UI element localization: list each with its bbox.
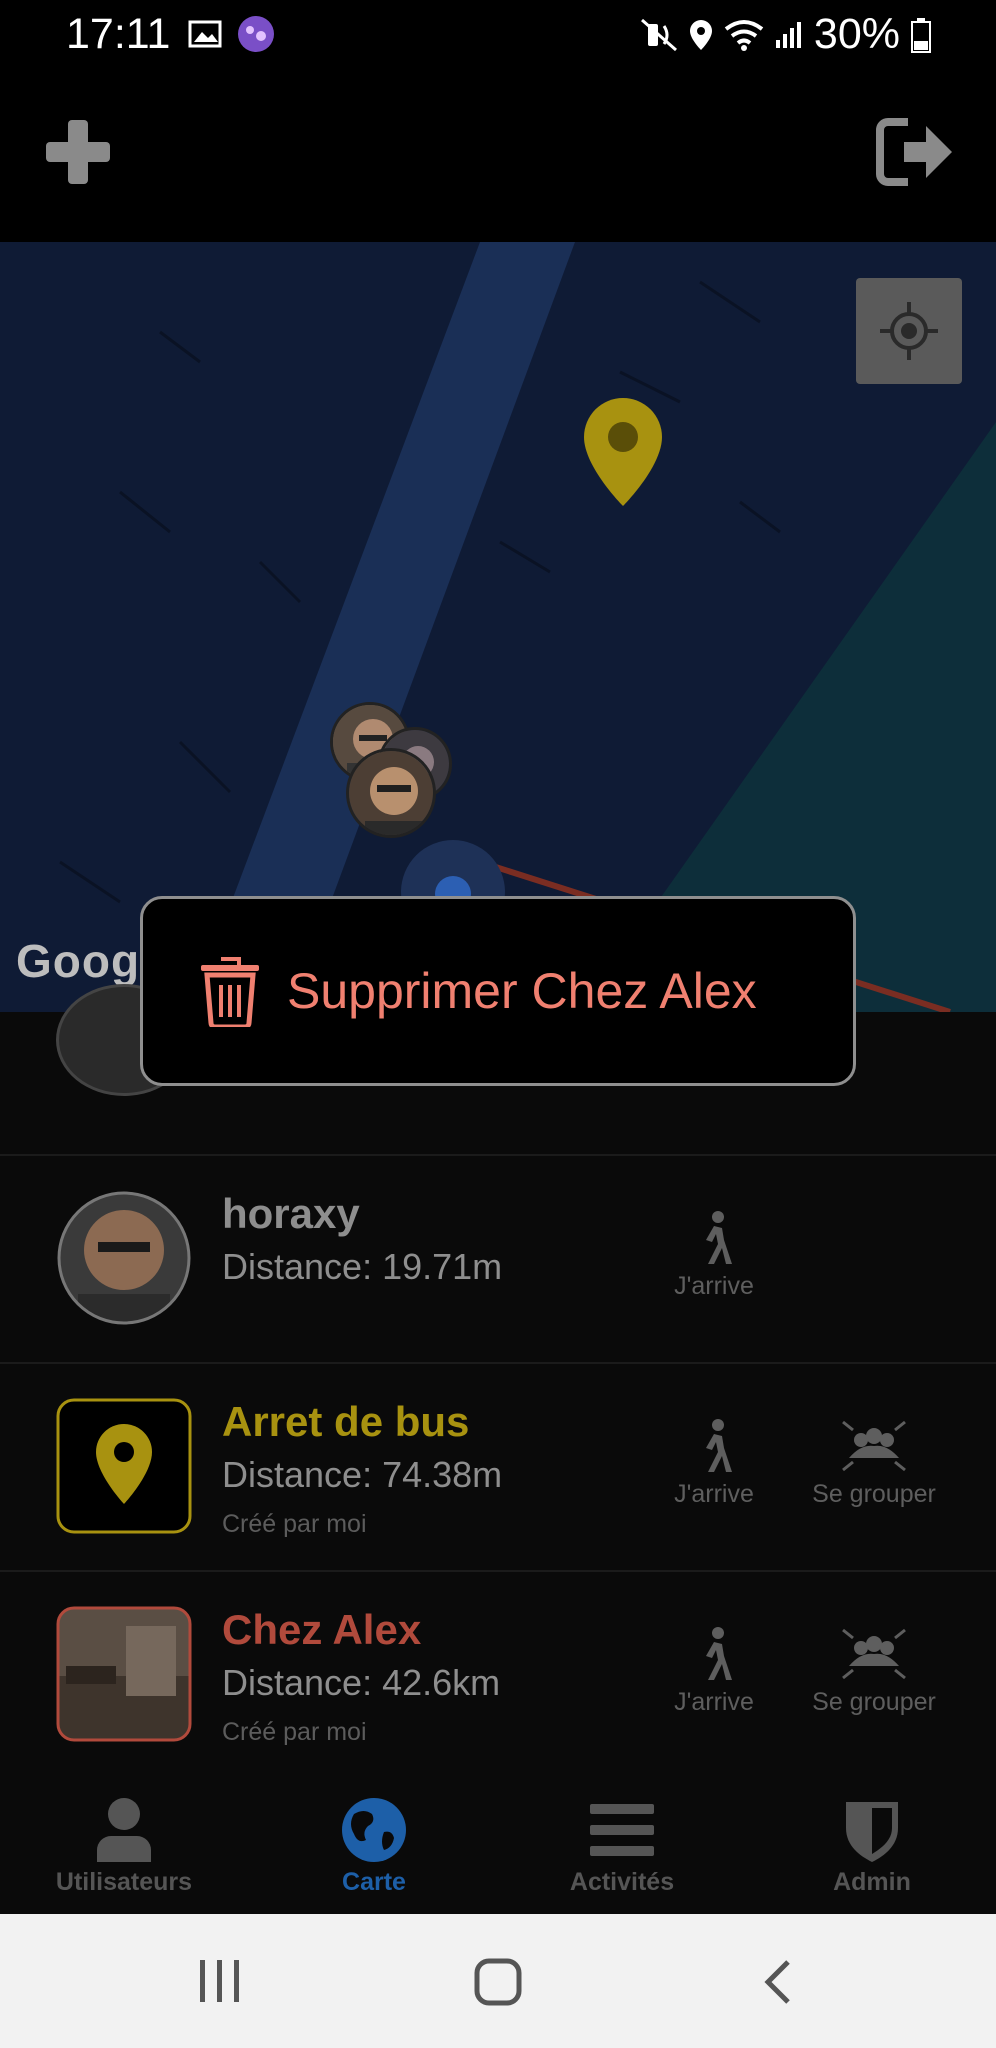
places-list: horaxy Distance: 19.71m J'arrive Arret d…	[0, 984, 996, 1782]
menu-icon	[590, 1804, 654, 1856]
app-notification-icon	[238, 16, 274, 52]
nav-item-activites[interactable]: Activités	[512, 1796, 732, 1897]
action-label: J'arrive	[674, 1272, 754, 1300]
wifi-icon	[724, 19, 764, 51]
action-label: Se grouper	[812, 1688, 936, 1716]
google-attribution: Googl	[16, 935, 154, 987]
user-marker-avatar[interactable]	[346, 748, 436, 838]
location-icon	[689, 19, 712, 50]
delete-context-menu[interactable]: Supprimer Chez Alex	[140, 896, 856, 1086]
mute-icon	[640, 18, 677, 51]
status-time: 17:11	[66, 10, 171, 58]
list-item[interactable]: horaxy Distance: 19.71m J'arrive	[0, 1154, 996, 1360]
delete-place-option[interactable]: Supprimer Chez Alex	[287, 962, 757, 1020]
nav-item-carte[interactable]: Carte	[264, 1796, 484, 1897]
user-icon	[97, 1798, 151, 1862]
trash-icon	[201, 957, 259, 1027]
walking-icon	[706, 1211, 732, 1264]
nav-item-utilisateurs[interactable]: Utilisateurs	[14, 1796, 234, 1897]
item-distance: Distance: 74.38m	[222, 1454, 503, 1495]
back-icon[interactable]	[760, 1958, 794, 2006]
action-label: J'arrive	[674, 1688, 754, 1716]
nav-label: Carte	[342, 1868, 406, 1896]
nav-label: Admin	[833, 1868, 911, 1896]
item-name: Arret de bus	[222, 1398, 470, 1445]
item-name: Chez Alex	[222, 1606, 422, 1653]
walking-icon	[706, 1419, 732, 1472]
group-button[interactable]: Se grouper	[794, 1626, 954, 1717]
home-icon[interactable]	[474, 1958, 522, 2006]
walking-icon	[706, 1627, 732, 1680]
system-navigation-bar	[0, 1914, 996, 2048]
action-label: Se grouper	[812, 1480, 936, 1508]
arrive-button[interactable]: J'arrive	[634, 1418, 794, 1509]
place-thumbnail	[56, 1398, 192, 1534]
recent-apps-icon[interactable]	[196, 1958, 244, 2004]
item-name: horaxy	[222, 1190, 360, 1237]
action-label: J'arrive	[674, 1480, 754, 1508]
group-button[interactable]: Se grouper	[794, 1418, 954, 1509]
my-location-icon	[880, 302, 938, 360]
bottom-navigation: Utilisateurs Carte Activités Admin	[0, 1782, 996, 1914]
battery-icon	[911, 17, 931, 53]
shield-icon	[846, 1802, 898, 1862]
list-item[interactable]: Chez Alex Distance: 42.6km Créé par moi …	[0, 1570, 996, 1776]
group-icon	[842, 1628, 906, 1680]
avatar	[57, 1191, 191, 1325]
gallery-icon	[188, 20, 222, 48]
place-thumbnail	[56, 1606, 192, 1742]
item-distance: Distance: 19.71m	[222, 1246, 503, 1287]
list-item[interactable]: Arret de bus Distance: 74.38m Créé par m…	[0, 1362, 996, 1568]
signal-icon	[775, 21, 801, 48]
logout-icon[interactable]	[874, 114, 956, 190]
add-icon[interactable]	[40, 114, 116, 190]
battery-percent: 30%	[813, 10, 900, 58]
nav-label: Utilisateurs	[55, 1868, 193, 1896]
top-app-bar	[0, 70, 996, 242]
arrive-button[interactable]: J'arrive	[634, 1626, 794, 1717]
status-bar: 17:11 30%	[0, 0, 996, 70]
item-created-by: Créé par moi	[222, 1510, 367, 1538]
place-marker-icon[interactable]	[582, 396, 664, 508]
item-created-by: Créé par moi	[222, 1718, 367, 1746]
item-distance: Distance: 42.6km	[222, 1662, 501, 1703]
globe-icon	[342, 1798, 406, 1862]
arrive-button[interactable]: J'arrive	[634, 1210, 794, 1301]
nav-item-admin[interactable]: Admin	[762, 1796, 982, 1897]
nav-label: Activités	[569, 1868, 675, 1896]
group-icon	[842, 1420, 906, 1472]
my-location-button[interactable]	[856, 278, 962, 384]
